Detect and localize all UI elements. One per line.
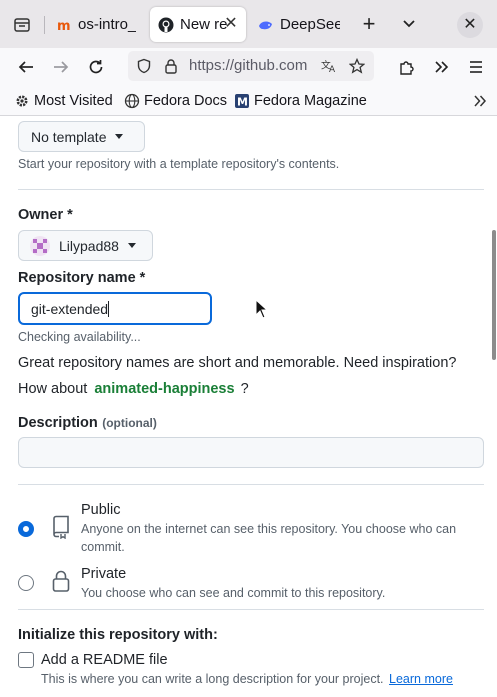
owner-name: Lilypad88: [59, 237, 119, 254]
monkey-favicon-icon: m: [56, 17, 72, 33]
repo-name-label: Repository name *: [18, 270, 146, 286]
translate-icon[interactable]: 文A: [321, 58, 337, 74]
private-title: Private: [81, 566, 127, 582]
address-bar[interactable]: https://github.com 文A: [128, 51, 374, 81]
readme-checkbox[interactable]: [18, 652, 34, 668]
bookmark-label: Most Visited: [34, 93, 113, 109]
window-close-button[interactable]: ✕: [457, 12, 483, 38]
tab-label: DeepSeek: [280, 16, 340, 33]
dropdown-caret-icon: [115, 134, 124, 139]
template-select-label: No template: [31, 128, 107, 145]
bookmarks-toolbar: Most Visited Fedora Docs M Fedora Magazi…: [0, 86, 497, 116]
description-input[interactable]: [18, 437, 484, 468]
reload-icon[interactable]: [83, 54, 109, 80]
bookmark-star-icon[interactable]: [349, 58, 365, 74]
gear-icon: [14, 93, 30, 109]
private-radio[interactable]: [18, 575, 34, 591]
tab-label: os-intro_: [78, 16, 137, 33]
url-text[interactable]: https://github.com: [189, 57, 313, 74]
avatar: [30, 235, 50, 256]
forward-arrow-icon[interactable]: [48, 54, 74, 80]
template-select[interactable]: No template: [18, 121, 145, 152]
extensions-puzzle-icon[interactable]: [393, 54, 419, 80]
public-description-line2: commit.: [81, 540, 125, 554]
bookmark-most-visited[interactable]: Most Visited: [14, 91, 113, 111]
learn-more-link[interactable]: Learn more: [389, 672, 453, 686]
readme-description-row: This is where you can write a long descr…: [41, 672, 453, 686]
globe-icon: [124, 93, 140, 109]
tab-separator: [44, 16, 45, 34]
suggestion-line: How about animated-happiness ?: [18, 381, 249, 397]
availability-status: Checking availability...: [18, 330, 141, 344]
hamburger-menu-icon[interactable]: [463, 54, 489, 80]
suggestion-link[interactable]: animated-happiness: [94, 381, 234, 397]
mouse-pointer-icon: [255, 299, 269, 319]
owner-select[interactable]: Lilypad88: [18, 230, 153, 261]
private-description: You choose who can see and commit to thi…: [81, 586, 386, 600]
optional-hint: (optional): [102, 416, 157, 430]
scrollbar-thumb[interactable]: [492, 230, 496, 360]
tab-bar: m os-intro_ New re ✕ DeepSeek + ✕: [0, 0, 497, 48]
public-radio[interactable]: [18, 521, 34, 537]
suggestion-prefix: How about: [18, 381, 88, 397]
tracking-protection-shield-icon[interactable]: [136, 58, 152, 74]
bookmark-fedora-docs[interactable]: Fedora Docs: [124, 91, 227, 111]
list-all-tabs-icon[interactable]: [397, 12, 421, 36]
back-arrow-icon[interactable]: [13, 54, 39, 80]
new-tab-button[interactable]: +: [356, 11, 382, 37]
dropdown-caret-icon: [127, 243, 136, 248]
readme-description: This is where you can write a long descr…: [41, 672, 384, 686]
svg-text:A: A: [329, 65, 335, 74]
repo-name-value: git-extended: [31, 301, 109, 317]
divider: [18, 609, 484, 610]
svg-text:M: M: [237, 96, 248, 109]
owner-label: Owner *: [18, 207, 73, 223]
close-tab-icon[interactable]: ✕: [222, 15, 240, 33]
svg-text:m: m: [57, 19, 71, 33]
repo-name-input[interactable]: git-extended: [18, 292, 212, 325]
page-content: No template Start your repository with a…: [0, 117, 497, 697]
overflow-chevron-icon[interactable]: [428, 54, 454, 80]
lock-icon: [52, 570, 70, 592]
tab-new-repository[interactable]: New re ✕: [150, 7, 246, 42]
repo-book-icon: [53, 515, 69, 539]
whale-favicon-icon: [258, 17, 274, 33]
divider: [18, 484, 484, 485]
bookmark-fedora-magazine[interactable]: M Fedora Magazine: [234, 91, 367, 111]
inspiration-text: Great repository names are short and mem…: [18, 355, 457, 371]
readme-label[interactable]: Add a README file: [41, 652, 168, 668]
github-icon: [158, 17, 174, 33]
public-description-line1: Anyone on the internet can see this repo…: [81, 522, 457, 536]
tab-os-intro[interactable]: m os-intro_: [46, 7, 144, 42]
suggestion-suffix: ?: [240, 381, 249, 397]
lock-icon[interactable]: [163, 58, 179, 74]
initialize-heading: Initialize this repository with:: [18, 627, 218, 643]
bookmark-label: Fedora Docs: [144, 93, 228, 109]
description-label-row: Description (optional): [18, 414, 157, 432]
template-help-text: Start your repository with a template re…: [18, 157, 340, 171]
tab-label: New re: [180, 16, 228, 33]
divider: [18, 189, 484, 190]
public-title: Public: [81, 502, 121, 518]
text-cursor: [108, 301, 110, 317]
description-label: Description: [18, 415, 98, 431]
tab-deepseek[interactable]: DeepSeek: [248, 7, 340, 42]
bookmarks-overflow-icon[interactable]: [470, 91, 490, 111]
tab-list-icon[interactable]: [8, 11, 36, 39]
bookmark-label: Fedora Magazine: [254, 93, 367, 109]
fedora-magazine-icon: M: [234, 93, 250, 109]
